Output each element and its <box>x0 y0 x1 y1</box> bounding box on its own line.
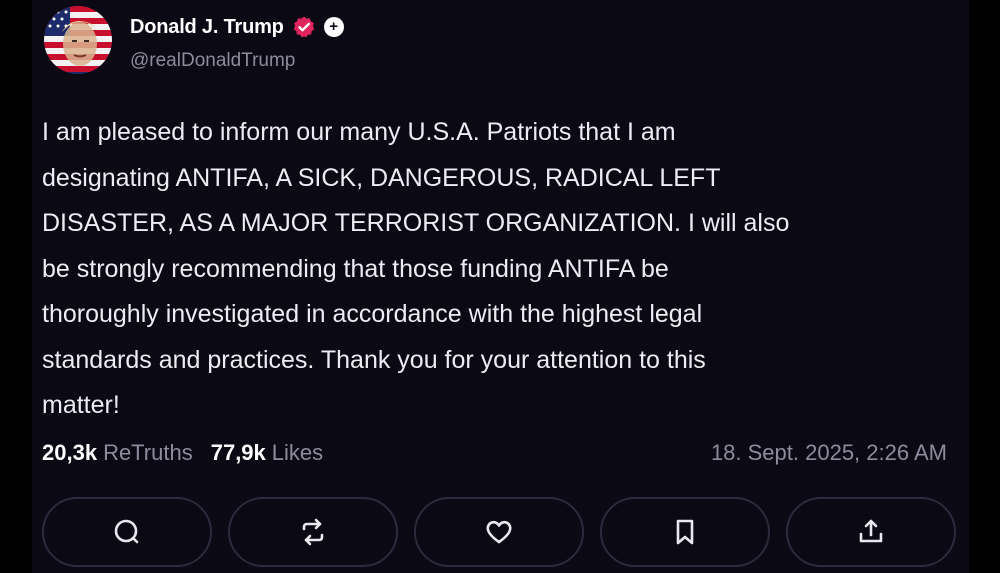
retruths-count[interactable]: 20,3k <box>42 440 97 466</box>
heart-icon <box>486 520 512 544</box>
share-button[interactable] <box>786 497 956 567</box>
screen: Donald J. Trump + @realDonaldTrump I am … <box>0 0 1000 573</box>
plus-badge-icon: + <box>323 17 344 37</box>
post-stats: 20,3k ReTruths 77,9k Likes <box>42 437 341 469</box>
author-handle[interactable]: @realDonaldTrump <box>130 50 295 72</box>
verified-badge-icon <box>292 15 316 39</box>
like-button[interactable] <box>414 497 584 567</box>
author-avatar[interactable] <box>44 6 112 74</box>
retruth-button[interactable] <box>228 497 398 567</box>
author-display-name[interactable]: Donald J. Trump <box>130 16 284 39</box>
bookmark-icon <box>676 519 694 545</box>
comment-icon <box>114 519 139 544</box>
bookmark-button[interactable] <box>600 497 770 567</box>
flag-portrait-avatar-icon <box>44 6 112 74</box>
post-card: Donald J. Trump + @realDonaldTrump I am … <box>32 0 969 573</box>
likes-label[interactable]: Likes <box>272 440 323 466</box>
post-body-text: I am pleased to inform our many U.S.A. P… <box>42 118 790 419</box>
share-icon <box>859 519 883 543</box>
post-action-bar <box>40 497 956 569</box>
retruths-label[interactable]: ReTruths <box>103 440 193 466</box>
reply-button[interactable] <box>42 497 212 567</box>
post-timestamp[interactable]: 18. Sept. 2025, 2:26 AM <box>711 437 947 469</box>
author-name-row: Donald J. Trump + <box>130 14 344 40</box>
likes-count[interactable]: 77,9k <box>211 440 266 466</box>
repost-icon <box>302 518 324 546</box>
